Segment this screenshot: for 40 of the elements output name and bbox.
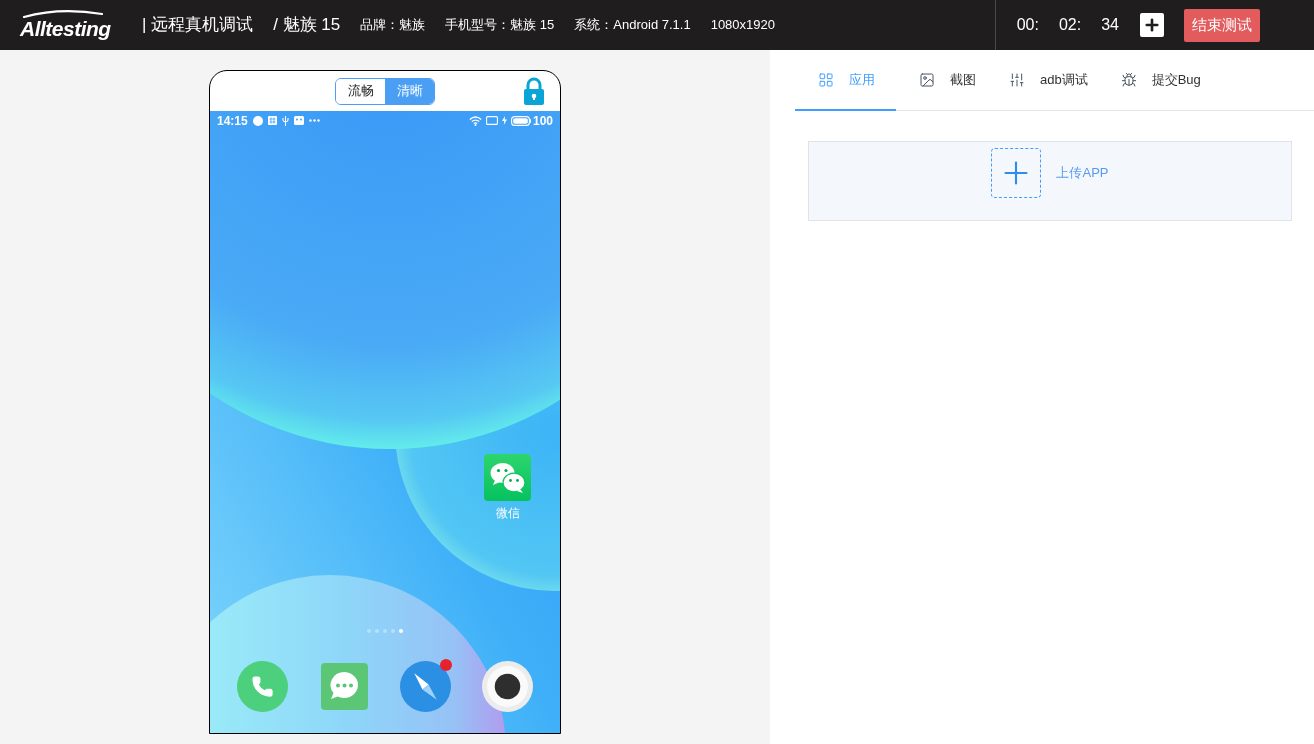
camera-app-icon[interactable]	[481, 661, 533, 712]
panel-tab[interactable]: adb调试	[986, 50, 1098, 111]
timer-text: 02:	[1058, 15, 1082, 35]
plus-icon	[1143, 16, 1161, 34]
end-test-button[interactable]: 结束测试	[1184, 8, 1260, 42]
panel-tab[interactable]: 提交Bug	[1097, 50, 1211, 111]
messages-app-icon[interactable]	[320, 663, 368, 710]
image-icon	[919, 71, 935, 88]
timer-text: 34	[1101, 15, 1119, 35]
lock-icon[interactable]	[523, 77, 545, 105]
bolt-icon	[501, 116, 507, 125]
device-name: / 魅族 15	[273, 14, 341, 37]
app-label: 微信	[495, 506, 520, 520]
panel-tab[interactable]: 截图	[896, 50, 986, 111]
logo-text: Alltesting	[20, 18, 111, 40]
wifi-icon	[468, 115, 482, 126]
grid-icon	[818, 71, 834, 88]
screen-icon	[485, 116, 498, 125]
logo-swoosh-icon	[22, 10, 104, 18]
status-dot-icon	[252, 115, 263, 126]
more-icon	[308, 119, 320, 122]
device-spec-label: 品牌：魅族	[360, 16, 426, 35]
status-time: 14:15	[217, 113, 248, 128]
device-spec-label: 系统：Android 7.1.1	[574, 16, 691, 35]
grid-square-icon	[267, 116, 277, 125]
compass-app-icon[interactable]	[400, 661, 452, 712]
device-spec-label: 手机型号：魅族 15	[445, 16, 555, 35]
chat-bubbles-app-icon[interactable]	[484, 454, 531, 501]
upload-button[interactable]	[991, 148, 1042, 198]
page-title: | 远程真机调试	[142, 14, 254, 37]
battery-icon	[510, 115, 531, 126]
bug-icon	[1120, 71, 1137, 88]
two-dot-square-icon	[293, 116, 304, 125]
add-time-button[interactable]	[1140, 13, 1164, 37]
usb-icon	[281, 115, 289, 126]
phone-app-icon[interactable]	[237, 661, 288, 712]
timer-text: 00:	[1016, 15, 1039, 35]
sliders-icon	[1009, 71, 1025, 88]
battery-level-text: 100	[532, 113, 553, 128]
device-spec-label: 1080x1920	[710, 16, 775, 35]
